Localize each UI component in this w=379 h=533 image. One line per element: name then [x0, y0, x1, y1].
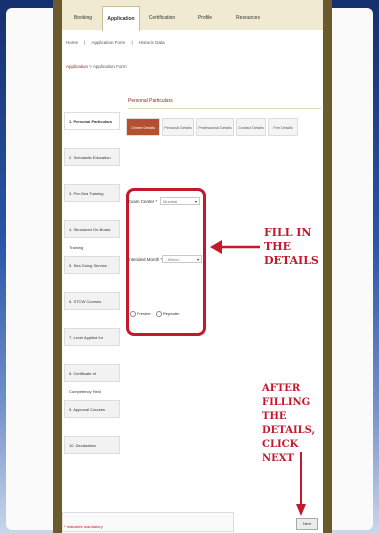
exam-center-label: Exam Center *	[128, 199, 158, 204]
sidebar-item-level-applied[interactable]: 7. Level Applied for	[64, 328, 120, 346]
footer-panel	[62, 512, 234, 532]
sub-breadcrumb-form: > Application Form	[89, 64, 127, 69]
sidebar-item-sea-going-service[interactable]: 5. Sea Going Service	[64, 256, 120, 274]
right-border-bar	[323, 0, 332, 533]
sub-breadcrumb: Application > Application Form	[66, 64, 127, 69]
step-tabs: Center Details Personal Details Professi…	[126, 118, 322, 136]
tab-resources[interactable]: Resources	[228, 6, 268, 30]
sidebar-item-on-board-training[interactable]: 4. Structured On-Board Training	[64, 220, 120, 250]
step-contact-details[interactable]: Contact Details	[236, 118, 266, 136]
chevron-down-icon: ▾	[196, 257, 199, 262]
step-professional-details[interactable]: Professional Details	[196, 118, 234, 136]
sidebar-item-pre-sea-training[interactable]: 3. Pre-Sea Training	[64, 184, 120, 202]
step-personal-details[interactable]: Personal Details	[162, 118, 194, 136]
left-border-bar	[53, 0, 62, 533]
next-button[interactable]: Next	[296, 518, 318, 530]
panel-title: Personal Particulars	[128, 98, 173, 104]
top-tab-bar: Booking Application Certification Profil…	[62, 0, 323, 31]
exam-center-value: Mumbai	[163, 199, 178, 204]
arrow-down-icon	[296, 452, 306, 516]
breadcrumb-home[interactable]: Home	[66, 40, 78, 45]
sidebar-item-certificate-held[interactable]: 8. Certificate of Competency Held	[64, 364, 120, 394]
panel-divider	[128, 108, 321, 109]
exam-center-select[interactable]: Mumbai ▾	[160, 197, 200, 205]
mandatory-note: * Indicates mandatory	[64, 524, 103, 529]
after-filling-callout: AFTER FILLING THE DETAILS, CLICK NEXT	[262, 383, 316, 464]
intended-month-label: Intended Month *	[128, 257, 163, 262]
sidebar-item-stcw-courses[interactable]: 6. STCW Courses	[64, 292, 120, 310]
application-page: Booking Application Certification Profil…	[62, 0, 323, 533]
fill-in-callout: FILL IN THE DETAILS	[264, 226, 319, 267]
radio-fresher[interactable]	[130, 311, 136, 317]
radio-fresher-label: Fresher	[137, 311, 151, 317]
radio-repeater[interactable]	[155, 311, 162, 317]
sidebar-item-personal-particulars[interactable]: 1. Personal Particulars	[64, 112, 120, 130]
tab-profile[interactable]: Profile	[188, 6, 222, 30]
breadcrumb-separator: |	[84, 40, 86, 45]
sub-breadcrumb-application[interactable]: Application	[66, 64, 88, 69]
breadcrumb-separator: |	[131, 40, 133, 45]
step-fee-details[interactable]: Fee Details	[268, 118, 298, 136]
breadcrumb-application-form[interactable]: Application Form	[91, 40, 125, 45]
sidebar-item-approval-courses[interactable]: 9. Approval Courses	[64, 400, 120, 418]
tab-application[interactable]: Application	[102, 6, 140, 31]
chevron-down-icon: ▾	[194, 199, 197, 204]
tab-booking[interactable]: Booking	[66, 6, 100, 30]
intended-month-value: - Select -	[165, 257, 182, 262]
candidate-type-radios: Fresher Repeater	[126, 311, 179, 317]
step-center-details[interactable]: Center Details	[126, 118, 160, 136]
tab-certification[interactable]: Certification	[142, 6, 182, 30]
radio-repeater-label: Repeater	[162, 311, 180, 317]
arrow-left-icon	[210, 240, 260, 254]
sidebar-item-scholastic-education[interactable]: 2. Scholastic Education	[64, 148, 120, 166]
breadcrumb-historic-data[interactable]: Historic Data	[139, 40, 165, 45]
breadcrumb: Home | Application Form | Historic Data	[66, 40, 170, 45]
intended-month-select[interactable]: - Select - ▾	[162, 255, 202, 263]
sidebar-item-declaration[interactable]: 10. Declaration	[64, 436, 120, 454]
